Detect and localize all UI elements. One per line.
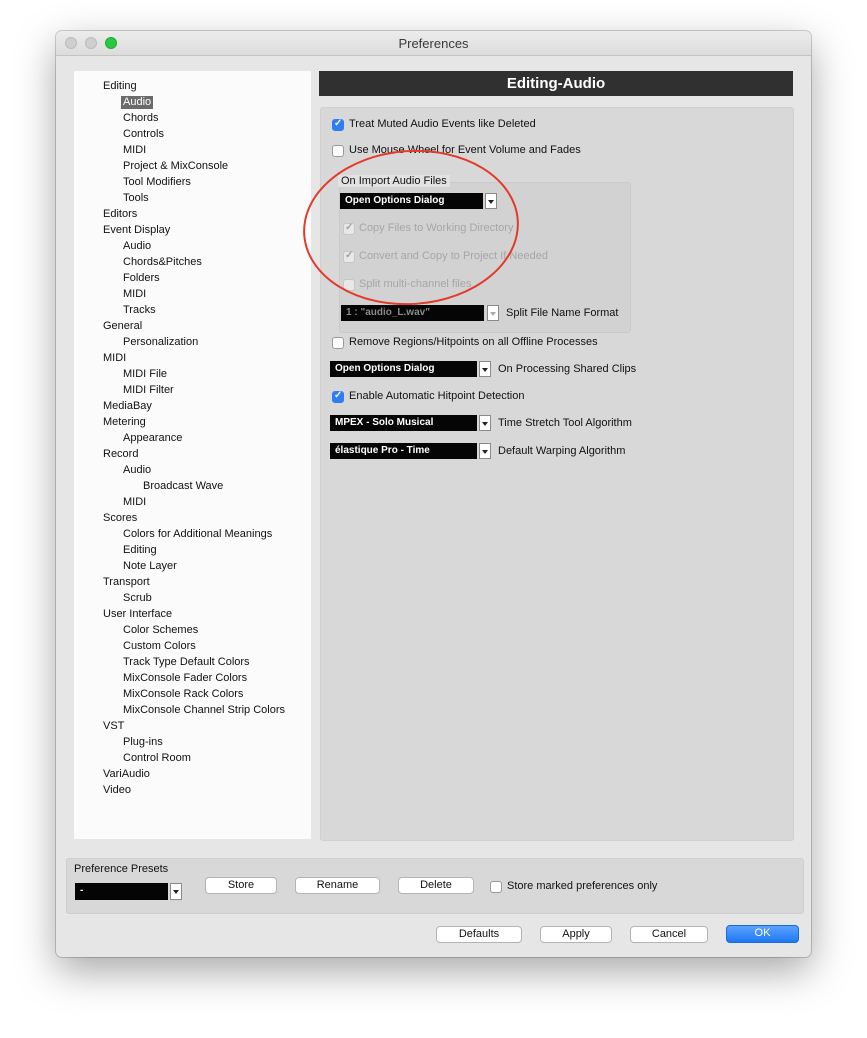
tree-item[interactable]: Scores	[103, 512, 137, 525]
tree-item[interactable]: Tool Modifiers	[123, 176, 191, 189]
tree-item[interactable]: MediaBay	[103, 400, 152, 413]
split-multichannel-checkbox[interactable]	[343, 279, 355, 291]
tree-item[interactable]: Scrub	[123, 592, 152, 605]
convert-copy-checkbox[interactable]	[343, 250, 355, 263]
preferences-tree: Editing Audio Chords Controls MIDI Project & …	[74, 71, 311, 839]
preset-select[interactable]: -	[75, 883, 168, 900]
tree-item[interactable]: MixConsole Channel Strip Colors	[123, 704, 285, 717]
defaults-button[interactable]: Defaults	[436, 926, 522, 943]
store-marked-label: Store marked preferences only	[507, 880, 658, 892]
tree-item[interactable]: MIDI	[123, 144, 146, 157]
tree-item[interactable]: Track Type Default Colors	[123, 656, 250, 669]
shared-clips-label: On Processing Shared Clips	[498, 363, 637, 375]
tree-item[interactable]: VST	[103, 720, 124, 733]
convert-copy-label: Convert and Copy to Project If Needed	[359, 250, 548, 262]
rename-button[interactable]: Rename	[295, 877, 380, 894]
tree-item[interactable]: Transport	[103, 576, 150, 589]
tree-item[interactable]: Record	[103, 448, 138, 461]
tree-item[interactable]: Audio	[121, 96, 154, 109]
remove-regions-checkbox[interactable]	[332, 337, 344, 349]
tree-item[interactable]: Chords&Pitches	[123, 256, 202, 269]
remove-regions-label: Remove Regions/Hitpoints on all Offline …	[349, 336, 598, 348]
tree-item[interactable]: Event Display	[103, 224, 170, 237]
cancel-button[interactable]: Cancel	[630, 926, 708, 943]
preferences-window: Preferences Editing Audio Chords Controls MI…	[56, 31, 811, 957]
title-bar[interactable]: Preferences	[56, 31, 811, 56]
tree-item[interactable]: Audio	[123, 464, 151, 477]
tree-item[interactable]: Plug-ins	[123, 736, 163, 749]
tree-item[interactable]: VariAudio	[103, 768, 150, 781]
tree-item[interactable]: Chords	[123, 112, 158, 125]
chevron-down-icon[interactable]	[170, 883, 182, 900]
tree-item[interactable]: Personalization	[123, 336, 198, 349]
chevron-down-icon[interactable]	[487, 305, 499, 321]
page-title: Editing-Audio	[319, 71, 793, 96]
warping-select[interactable]: élastique Pro - Time	[330, 443, 477, 459]
chevron-down-icon[interactable]	[485, 193, 497, 209]
copy-files-checkbox[interactable]	[343, 222, 355, 235]
tree-item[interactable]: Editing	[103, 80, 137, 93]
delete-button[interactable]: Delete	[398, 877, 474, 894]
import-group-title: On Import Audio Files	[338, 175, 450, 187]
mouse-wheel-label: Use Mouse Wheel for Event Volume and Fad…	[349, 144, 581, 156]
copy-files-label: Copy Files to Working Directory	[359, 222, 514, 234]
tree-item[interactable]: MIDI Filter	[123, 384, 174, 397]
tree-item[interactable]: MIDI File	[123, 368, 167, 381]
tree-item[interactable]: Folders	[123, 272, 160, 285]
tree-item[interactable]: Tracks	[123, 304, 156, 317]
tree-item[interactable]: Editing	[123, 544, 157, 557]
tree-item[interactable]: MixConsole Fader Colors	[123, 672, 247, 685]
tree-item[interactable]: Color Schemes	[123, 624, 198, 637]
tree-item[interactable]: Audio	[123, 240, 151, 253]
warping-label: Default Warping Algorithm	[498, 445, 626, 457]
split-format-label: Split File Name Format	[506, 307, 619, 319]
tree-item[interactable]: Tools	[123, 192, 149, 205]
tree-item[interactable]: Note Layer	[123, 560, 177, 573]
chevron-down-icon[interactable]	[479, 361, 491, 377]
tree-item[interactable]: General	[103, 320, 142, 333]
auto-hitpoint-label: Enable Automatic Hitpoint Detection	[349, 390, 525, 402]
split-format-select[interactable]: 1 : "audio_L.wav"	[341, 305, 484, 321]
import-mode-select[interactable]: Open Options Dialog	[340, 193, 483, 209]
tree-item[interactable]: Editors	[103, 208, 137, 221]
apply-button[interactable]: Apply	[540, 926, 612, 943]
split-multichannel-label: Split multi-channel files	[359, 278, 472, 290]
treat-muted-label: Treat Muted Audio Events like Deleted	[349, 118, 536, 130]
presets-title: Preference Presets	[74, 863, 169, 875]
ok-button[interactable]: OK	[726, 925, 799, 943]
tree-item[interactable]: Metering	[103, 416, 146, 429]
tree-item[interactable]: Custom Colors	[123, 640, 196, 653]
treat-muted-checkbox[interactable]	[332, 118, 344, 131]
tree-item[interactable]: Controls	[123, 128, 164, 141]
time-stretch-select[interactable]: MPEX - Solo Musical	[330, 415, 477, 431]
tree-item[interactable]: Appearance	[123, 432, 182, 445]
mouse-wheel-checkbox[interactable]	[332, 145, 344, 157]
tree-item[interactable]: MIDI	[123, 496, 146, 509]
tree-item[interactable]: Broadcast Wave	[143, 480, 223, 493]
tree-item[interactable]: Colors for Additional Meanings	[123, 528, 272, 541]
chevron-down-icon[interactable]	[479, 443, 491, 459]
tree-item[interactable]: MIDI	[103, 352, 126, 365]
tree-item[interactable]: Control Room	[123, 752, 191, 765]
store-marked-checkbox[interactable]	[490, 881, 502, 893]
store-button[interactable]: Store	[205, 877, 277, 894]
tree-item[interactable]: MixConsole Rack Colors	[123, 688, 243, 701]
tree-item[interactable]: MIDI	[123, 288, 146, 301]
chevron-down-icon[interactable]	[479, 415, 491, 431]
tree-item[interactable]: Project & MixConsole	[123, 160, 228, 173]
shared-clips-select[interactable]: Open Options Dialog	[330, 361, 477, 377]
tree-item[interactable]: Video	[103, 784, 131, 797]
window-title: Preferences	[398, 36, 469, 51]
tree-item[interactable]: User Interface	[103, 608, 172, 621]
time-stretch-label: Time Stretch Tool Algorithm	[498, 417, 632, 429]
auto-hitpoint-checkbox[interactable]	[332, 390, 344, 403]
